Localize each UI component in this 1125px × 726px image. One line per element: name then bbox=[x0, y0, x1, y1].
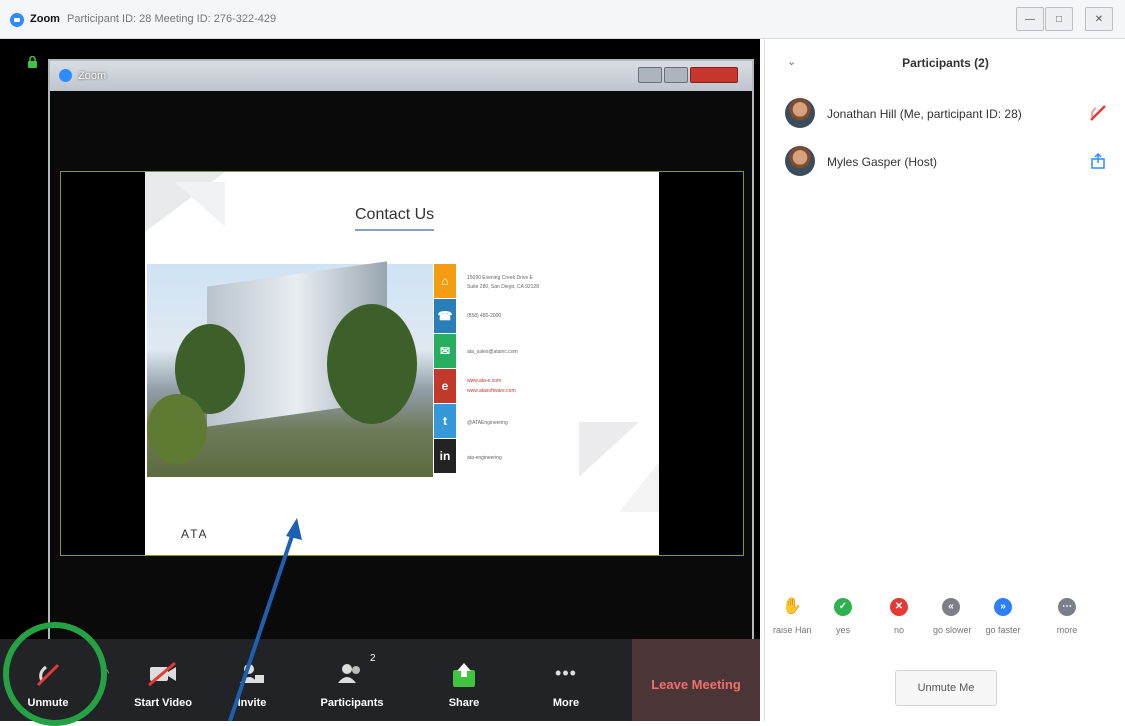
shrub bbox=[147, 394, 207, 464]
web-icon: e bbox=[434, 369, 456, 403]
raise-hand-button[interactable]: ✋ raise Han bbox=[773, 598, 812, 635]
participants-panel: ⌄ Participants (2) Jonathan Hill (Me, pa… bbox=[764, 39, 1125, 721]
close-icon: ✕ bbox=[1094, 13, 1104, 25]
more-dots-icon: ⋯ bbox=[1058, 598, 1076, 616]
slide-frame: Contact Us ⌂ ☎ ✉ e t in 15090 Evening Cr… bbox=[60, 171, 744, 556]
more-button[interactable]: ••• More bbox=[520, 639, 612, 721]
hand-icon: ✋ bbox=[782, 598, 802, 616]
more-feedback-label: more bbox=[1056, 625, 1078, 635]
shared-window-title: Zoom bbox=[78, 70, 107, 82]
meeting-meta: Participant ID: 28 Meeting ID: 276-322-4… bbox=[67, 13, 277, 25]
more-feedback-button[interactable]: ⋯ more bbox=[1049, 598, 1085, 635]
no-button[interactable]: ✕ no bbox=[881, 598, 917, 635]
raise-hand-label: raise Han bbox=[773, 625, 812, 635]
website-link: www.ata-e.com bbox=[467, 378, 502, 384]
leave-meeting-button[interactable]: Leave Meeting bbox=[632, 639, 760, 721]
presentation-slide: Contact Us ⌂ ☎ ✉ e t in 15090 Evening Cr… bbox=[145, 172, 659, 555]
more-label: More bbox=[552, 697, 580, 709]
window-title: Zoom Participant ID: 28 Meeting ID: 276-… bbox=[30, 13, 276, 25]
software-website-link: www.atasoftware.com bbox=[467, 388, 516, 394]
participants-count-badge: 2 bbox=[370, 653, 376, 664]
shared-maximize-button[interactable] bbox=[664, 67, 688, 83]
check-icon: ✓ bbox=[834, 598, 852, 616]
leave-meeting-label: Leave Meeting bbox=[651, 677, 741, 692]
email-text: ata_sales@atainc.com bbox=[467, 349, 518, 355]
start-video-label: Start Video bbox=[134, 697, 192, 709]
yes-button[interactable]: ✓ yes bbox=[825, 598, 861, 635]
unmute-me-button[interactable]: Unmute Me bbox=[895, 670, 997, 706]
email-icon: ✉ bbox=[434, 334, 456, 368]
go-faster-label: go faster bbox=[985, 625, 1021, 635]
invite-button[interactable]: Invite bbox=[208, 639, 296, 721]
video-area: Zoom Contact Us ⌂ ☎ ✉ e t in 15090 Eveni… bbox=[0, 39, 760, 643]
share-button[interactable]: Share bbox=[408, 639, 520, 721]
participants-button[interactable]: 2 Participants bbox=[296, 639, 408, 721]
address-line-2: Suite 280, San Diego, CA 92128 bbox=[467, 284, 539, 290]
meeting-toolbar: Unmute ^ Start Video Invite 2 Participan… bbox=[0, 639, 760, 721]
slide-decoration bbox=[619, 462, 659, 512]
screen-share-icon[interactable] bbox=[1089, 152, 1107, 170]
linkedin-handle: ata-engineering bbox=[467, 455, 502, 461]
maximize-icon: □ bbox=[1055, 13, 1063, 25]
ata-logo: ATA bbox=[181, 527, 209, 541]
invite-icon bbox=[240, 664, 264, 683]
zoom-logo-icon bbox=[10, 13, 24, 27]
office-photo bbox=[147, 261, 433, 477]
more-dots-icon: ••• bbox=[555, 663, 577, 683]
invite-label: Invite bbox=[237, 697, 267, 709]
start-video-button[interactable]: Start Video bbox=[118, 639, 208, 721]
maximize-button[interactable]: □ bbox=[1045, 7, 1073, 31]
phone-icon: ☎ bbox=[434, 299, 456, 333]
lock-icon bbox=[28, 56, 37, 68]
yes-label: yes bbox=[835, 625, 850, 635]
share-screen-icon bbox=[453, 663, 475, 687]
rewind-icon: « bbox=[942, 598, 960, 616]
shared-minimize-button[interactable] bbox=[638, 67, 662, 83]
muted-audio-icon[interactable] bbox=[1089, 104, 1107, 122]
video-off-icon bbox=[148, 661, 176, 687]
participants-label: Participants bbox=[320, 697, 384, 709]
no-label: no bbox=[893, 625, 904, 635]
window-titlebar: Zoom Participant ID: 28 Meeting ID: 276-… bbox=[0, 0, 1125, 39]
slide-heading: Contact Us bbox=[355, 206, 435, 231]
highlight-circle-annotation bbox=[3, 622, 107, 726]
address-line-1: 15090 Evening Creek Drive E bbox=[467, 275, 533, 281]
panel-title: Participants (2) bbox=[902, 56, 989, 70]
share-label: Share bbox=[448, 697, 480, 709]
go-slower-label: go slower bbox=[933, 625, 972, 635]
participant-row[interactable]: Myles Gasper (Host) bbox=[785, 146, 1115, 180]
participant-name: Jonathan Hill (Me, participant ID: 28) bbox=[827, 107, 1022, 121]
shared-close-button[interactable] bbox=[690, 67, 738, 83]
participant-row[interactable]: Jonathan Hill (Me, participant ID: 28) bbox=[785, 98, 1115, 132]
go-faster-button[interactable]: » go faster bbox=[985, 598, 1021, 635]
shared-window-titlebar: Zoom bbox=[50, 61, 752, 91]
tree bbox=[327, 304, 417, 424]
twitter-handle: @ATAEngineering bbox=[467, 420, 508, 426]
shared-screen-window[interactable]: Zoom Contact Us ⌂ ☎ ✉ e t in 15090 Eveni… bbox=[48, 59, 754, 643]
fast-forward-icon: » bbox=[994, 598, 1012, 616]
home-icon: ⌂ bbox=[434, 264, 456, 298]
close-button[interactable]: ✕ bbox=[1085, 7, 1113, 31]
contact-icon-column: ⌂ ☎ ✉ e t in bbox=[434, 264, 456, 474]
avatar bbox=[785, 98, 815, 128]
app-name: Zoom bbox=[30, 13, 60, 25]
phone-text: (858) 480-2000 bbox=[467, 313, 502, 319]
x-icon: ✕ bbox=[890, 598, 908, 616]
minimize-icon: — bbox=[1025, 13, 1035, 25]
avatar bbox=[785, 146, 815, 176]
minimize-button[interactable]: — bbox=[1016, 7, 1044, 31]
linkedin-icon: in bbox=[434, 439, 456, 473]
go-slower-button[interactable]: « go slower bbox=[933, 598, 972, 635]
participants-icon bbox=[338, 664, 360, 683]
slide-decoration bbox=[175, 182, 225, 227]
twitter-icon: t bbox=[434, 404, 456, 438]
panel-header: ⌄ Participants (2) bbox=[765, 39, 1125, 81]
participant-name: Myles Gasper (Host) bbox=[827, 155, 938, 169]
zoom-logo-icon bbox=[59, 69, 72, 82]
